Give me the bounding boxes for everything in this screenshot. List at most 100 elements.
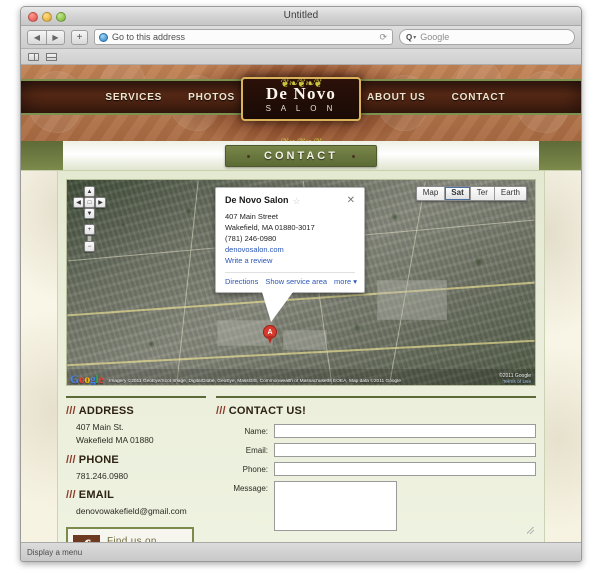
- name-input[interactable]: [274, 424, 536, 438]
- contact-info-column: ///ADDRESS 407 Main St. Wakefield MA 018…: [66, 396, 206, 544]
- email-label: Email:: [245, 446, 268, 455]
- map-type-ter[interactable]: Ter: [470, 187, 495, 200]
- phone-label: Phone:: [242, 465, 268, 474]
- page-title: CONTACT: [225, 145, 377, 167]
- address-bar[interactable]: Go to this address ⟳: [94, 29, 393, 45]
- chevron-down-icon[interactable]: ▾: [413, 34, 416, 41]
- search-icon: Q: [406, 32, 413, 42]
- close-icon[interactable]: ✕: [347, 196, 355, 206]
- info-action-more[interactable]: more ▾: [334, 277, 357, 286]
- map-attribution: Imagery ©2011 GeoEye/Scot Image, Digital…: [109, 379, 401, 385]
- address-line-2: Wakefield MA 01880: [76, 434, 154, 445]
- window-title: Untitled: [283, 10, 319, 21]
- zoom-in-icon[interactable]: +: [84, 224, 95, 235]
- pan-center-icon[interactable]: □: [84, 197, 95, 208]
- bookmarks-bar: [21, 49, 581, 65]
- lower-section: ///ADDRESS 407 Main St. Wakefield MA 018…: [66, 396, 536, 544]
- page-content: ▲ ◀ □ ▶ ▼ + − Map Sat Ter Earth De Novo …: [57, 171, 545, 544]
- info-write-review-link[interactable]: Write a review: [225, 256, 355, 267]
- info-action-service-area[interactable]: Show service area: [265, 277, 327, 286]
- info-window-actions: Directions Show service area more ▾: [225, 277, 357, 286]
- map-building: [377, 280, 447, 320]
- message-textarea[interactable]: [274, 481, 397, 531]
- email-address: denovowakefield@gmail.com: [76, 506, 187, 517]
- nav-item-about-us[interactable]: ABOUT US: [367, 92, 426, 103]
- browser-status-bar: Display a menu: [21, 542, 581, 561]
- map-copyright: ©2011 Google: [499, 373, 531, 379]
- back-button[interactable]: ◀: [27, 29, 46, 45]
- flourish-ornament-icon: ❦❧❦❧❦: [280, 78, 322, 90]
- pan-down-icon[interactable]: ▼: [84, 208, 95, 219]
- site-header: SERVICES PHOTOS ABOUT US CONTACT ❦❧❦❧❦ D…: [21, 65, 581, 141]
- phone-input[interactable]: [274, 462, 536, 476]
- form-row-phone: Phone:: [216, 462, 536, 476]
- phone-heading: ///PHONE: [66, 454, 206, 466]
- browser-title-bar: Untitled: [21, 7, 581, 26]
- info-website-link[interactable]: denovosalon.com: [225, 245, 355, 256]
- top-sites-icon[interactable]: [46, 52, 57, 61]
- page-title-text: CONTACT: [264, 150, 338, 162]
- message-label: Message:: [233, 484, 268, 493]
- map-type-earth[interactable]: Earth: [494, 187, 526, 200]
- info-phone: (781) 246-0980: [225, 233, 277, 243]
- page-title-band: CONTACT: [21, 141, 581, 171]
- email-heading-text: EMAIL: [78, 489, 115, 502]
- salon-website: SERVICES PHOTOS ABOUT US CONTACT ❦❧❦❧❦ D…: [21, 65, 581, 544]
- address-heading: ///ADDRESS: [66, 405, 206, 417]
- site-logo[interactable]: ❦❧❦❧❦ De Novo S A L O N ❦❧❦❧❦: [241, 77, 361, 141]
- resize-grip-icon[interactable]: [527, 527, 534, 534]
- search-bar[interactable]: Q ▾ Google: [399, 29, 575, 45]
- form-row-name: Name:: [216, 424, 536, 438]
- google-map[interactable]: ▲ ◀ □ ▶ ▼ + − Map Sat Ter Earth De Novo …: [66, 179, 536, 386]
- reload-icon[interactable]: ⟳: [379, 32, 387, 43]
- status-text: Display a menu: [27, 547, 83, 557]
- slashes-ornament: ///: [66, 405, 76, 417]
- slashes-ornament: ///: [66, 453, 76, 466]
- message-wrapper: [274, 481, 536, 536]
- info-window-title: De Novo Salon: [225, 195, 289, 205]
- logo-subtitle: S A L O N: [265, 104, 337, 113]
- map-building: [283, 330, 327, 350]
- google-logo-icon: Google: [70, 372, 104, 386]
- contact-form-column: ///CONTACT US! Name: Email: Phone: Messa…: [216, 396, 536, 544]
- map-type-control[interactable]: Map Sat Ter Earth: [415, 186, 527, 201]
- nav-item-services[interactable]: SERVICES: [105, 92, 162, 103]
- browser-toolbar: ◀ ▶ + Go to this address ⟳ Q ▾ Google: [21, 26, 581, 49]
- forward-button[interactable]: ▶: [46, 29, 65, 45]
- pan-up-icon[interactable]: ▲: [84, 186, 95, 197]
- nav-item-photos[interactable]: PHOTOS: [188, 92, 235, 103]
- map-type-sat[interactable]: Sat: [445, 187, 471, 200]
- map-type-map[interactable]: Map: [416, 187, 446, 200]
- search-input[interactable]: Google: [420, 32, 449, 42]
- map-terms-link[interactable]: Terms of Use: [503, 380, 531, 385]
- divider: [216, 396, 536, 398]
- phone-number: 781.246.0980: [76, 470, 128, 481]
- address-input[interactable]: Go to this address: [112, 32, 185, 42]
- globe-icon: [99, 32, 108, 42]
- email-input[interactable]: [274, 443, 536, 457]
- pan-right-icon[interactable]: ▶: [95, 197, 106, 208]
- star-icon[interactable]: ☆: [293, 196, 301, 207]
- contact-form-heading-text: CONTACT US!: [228, 405, 306, 417]
- name-label: Name:: [244, 427, 268, 436]
- slashes-ornament: ///: [216, 405, 226, 417]
- info-address-line-2: Wakefield, MA 01880-3017: [225, 222, 315, 232]
- contact-form: Name: Email: Phone: Message:: [216, 424, 536, 544]
- map-marker[interactable]: A: [263, 325, 277, 344]
- address-line-1: 407 Main St.: [76, 422, 124, 432]
- info-action-directions[interactable]: Directions: [225, 277, 258, 286]
- sidebar-toggle-icon[interactable]: [28, 52, 39, 61]
- divider: [66, 396, 206, 398]
- zoom-out-icon[interactable]: −: [84, 241, 95, 252]
- plate-dot-icon: [351, 154, 355, 158]
- plate-dot-icon: [247, 154, 251, 158]
- map-marker-tip-icon: [267, 336, 273, 344]
- map-info-window: De Novo Salon ☆ ✕ 407 Main Street Wakefi…: [215, 187, 365, 323]
- pan-left-icon[interactable]: ◀: [73, 197, 84, 208]
- flourish-ornament-icon: ❦❧❦❧❦: [253, 137, 349, 141]
- nav-item-contact[interactable]: CONTACT: [452, 92, 506, 103]
- info-address-line-1: 407 Main Street: [225, 212, 278, 221]
- form-row-email: Email:: [216, 443, 536, 457]
- add-bookmark-button[interactable]: +: [71, 29, 88, 45]
